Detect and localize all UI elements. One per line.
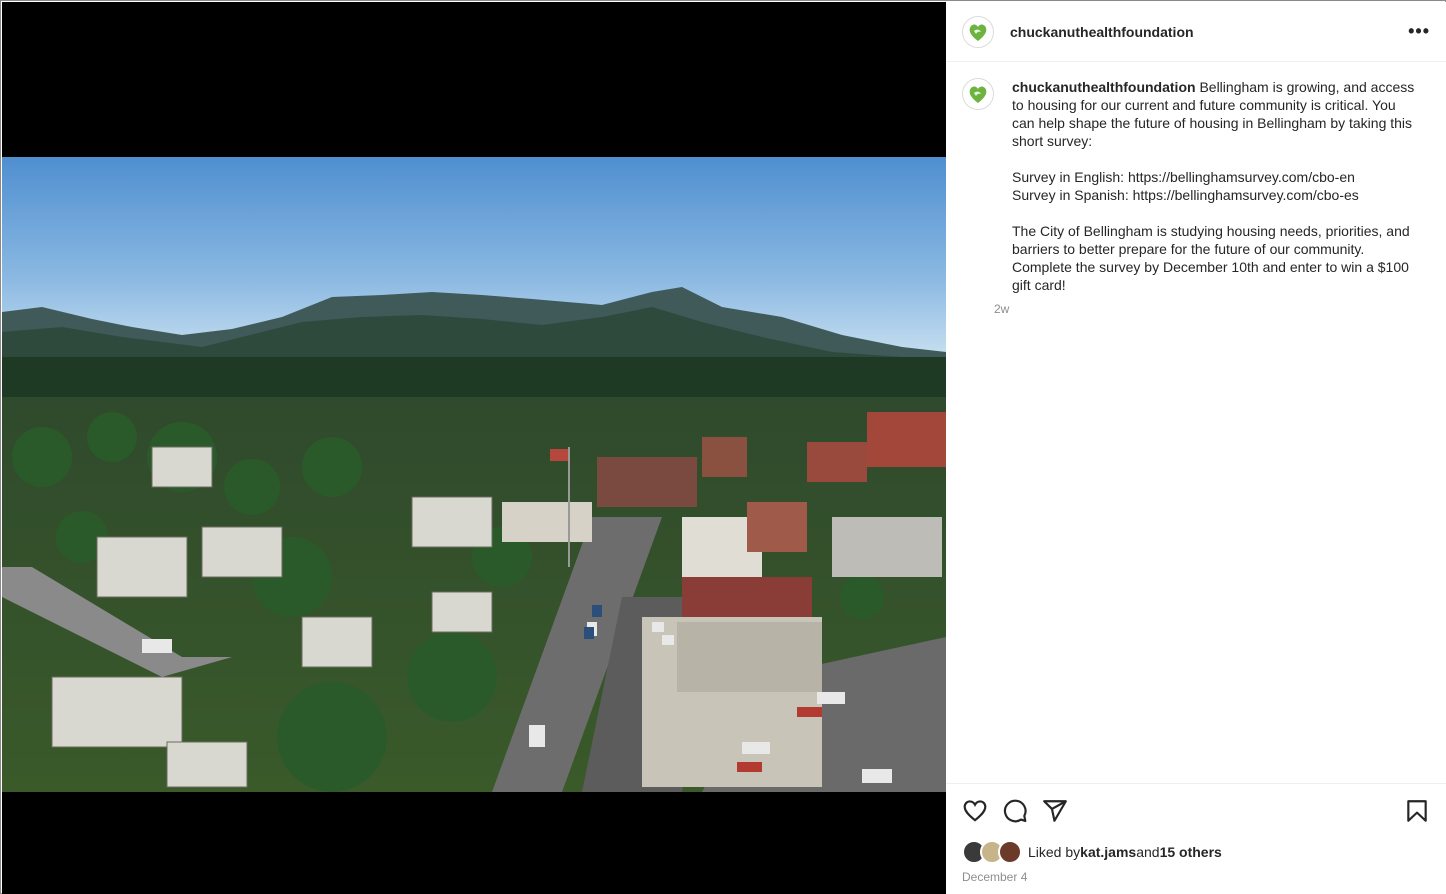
post-side-panel: chuckanuthealthfoundation ••• chuckanuth… xyxy=(946,2,1446,894)
caption-username[interactable]: chuckanuthealthfoundation xyxy=(1012,79,1196,95)
liked-by-prefix: Liked by xyxy=(1028,844,1081,860)
post-date[interactable]: December 4 xyxy=(946,870,1446,884)
comment-icon[interactable] xyxy=(1002,798,1028,824)
post-modal: chuckanuthealthfoundation ••• chuckanuth… xyxy=(0,0,1446,894)
post-footer: Liked by kat.jams and 15 others December… xyxy=(946,783,1446,884)
liker-avatars[interactable] xyxy=(962,840,1022,864)
share-icon[interactable] xyxy=(1042,798,1068,824)
post-header: chuckanuthealthfoundation ••• xyxy=(946,2,1446,62)
heart-logo-icon xyxy=(969,86,987,103)
post-caption: chuckanuthealthfoundation Bellingham is … xyxy=(962,78,1430,316)
liked-by-mid: and xyxy=(1136,844,1160,860)
bookmark-icon[interactable] xyxy=(1404,798,1430,824)
likes-summary: Liked by kat.jams and 15 others xyxy=(946,840,1446,864)
liked-by-user[interactable]: kat.jams xyxy=(1080,844,1136,860)
heart-logo-icon xyxy=(969,23,987,41)
post-media[interactable] xyxy=(2,2,946,894)
more-icon[interactable]: ••• xyxy=(1408,21,1430,42)
heart-icon[interactable] xyxy=(962,798,988,824)
liked-by-others[interactable]: 15 others xyxy=(1160,844,1222,860)
header-username[interactable]: chuckanuthealthfoundation xyxy=(1010,24,1194,40)
avatar xyxy=(998,840,1022,864)
caption-text: chuckanuthealthfoundation Bellingham is … xyxy=(1012,78,1422,294)
caption-avatar[interactable] xyxy=(962,78,994,110)
action-bar xyxy=(946,784,1446,826)
profile-avatar[interactable] xyxy=(962,15,994,48)
post-photo xyxy=(2,157,946,792)
caption-timestamp[interactable]: 2w xyxy=(994,302,1422,316)
caption-body: Bellingham is growing, and access to hou… xyxy=(1012,79,1415,293)
